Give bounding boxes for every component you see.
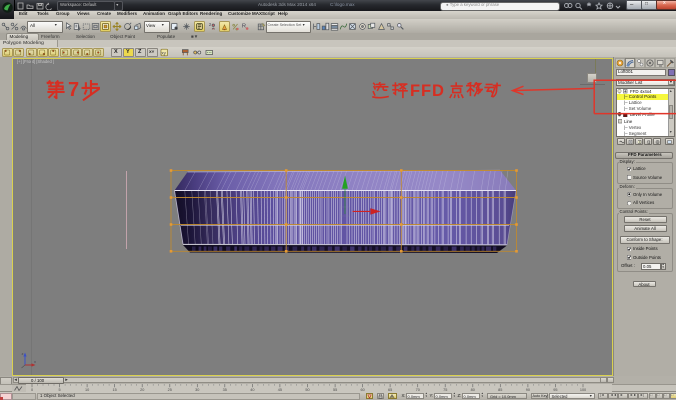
svg-text:xy: xy bbox=[161, 50, 166, 55]
svg-text:z: z bbox=[22, 351, 24, 356]
svg-text:x: x bbox=[34, 359, 36, 364]
svg-text:R: R bbox=[242, 23, 246, 29]
svg-text:2: 2 bbox=[209, 22, 212, 27]
